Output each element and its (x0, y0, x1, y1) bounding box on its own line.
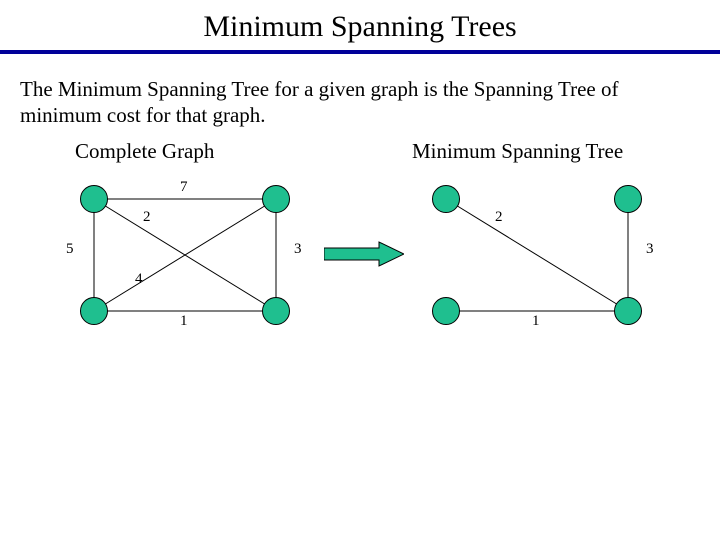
node-top-right (262, 185, 290, 213)
edge-weight-bottom: 1 (180, 313, 188, 330)
node-bottom-left (432, 297, 460, 325)
mst-edges (432, 185, 642, 325)
edge-weight-right: 3 (294, 241, 302, 258)
page-title: Minimum Spanning Trees (0, 0, 720, 50)
edge-weight-bottom: 1 (532, 313, 540, 330)
edge-weight-diag-tr-bl: 4 (135, 271, 143, 288)
complete-graph: 7 2 5 3 4 1 (80, 185, 290, 325)
arrow-icon (324, 239, 404, 269)
node-top-right (614, 185, 642, 213)
node-bottom-right (614, 297, 642, 325)
edge-weight-top: 7 (180, 179, 188, 196)
edge-weight-diag-tl-br: 2 (143, 209, 151, 226)
node-bottom-right (262, 297, 290, 325)
edge-weight-diag-tl-br: 2 (495, 209, 503, 226)
left-caption: Complete Graph (75, 139, 214, 164)
node-top-left (80, 185, 108, 213)
body-text: The Minimum Spanning Tree for a given gr… (0, 54, 720, 139)
complete-graph-edges (80, 185, 290, 325)
node-bottom-left (80, 297, 108, 325)
right-caption: Minimum Spanning Tree (412, 139, 623, 164)
edge-weight-left: 5 (66, 241, 74, 258)
mst-graph: 2 3 1 (432, 185, 642, 325)
edge-weight-right: 3 (646, 241, 654, 258)
figures-area: Complete Graph Minimum Spanning Tree 7 2… (0, 139, 720, 469)
node-top-left (432, 185, 460, 213)
slide: Minimum Spanning Trees The Minimum Spann… (0, 0, 720, 540)
